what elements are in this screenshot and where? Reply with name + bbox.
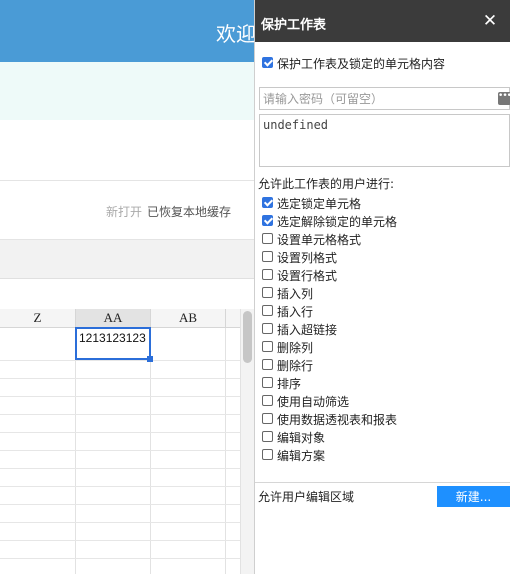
permission-checkbox[interactable] xyxy=(262,395,273,406)
permission-label: 选定锁定单元格 xyxy=(277,197,362,211)
allow-edit-ranges-label: 允许用户编辑区域 xyxy=(258,490,355,504)
password-input[interactable] xyxy=(260,88,493,109)
column-divider xyxy=(225,328,226,574)
column-header-z[interactable]: Z xyxy=(0,309,76,328)
panel-header: 保护工作表 ✕ xyxy=(255,0,510,42)
permission-insert-rows[interactable]: 插入行 xyxy=(262,303,313,319)
welcome-text: 欢迎 xyxy=(216,22,256,46)
protect-sheet-checkbox[interactable] xyxy=(262,57,273,68)
permission-label: 删除行 xyxy=(277,359,314,373)
password-field-wrapper: ••• xyxy=(259,87,510,110)
permission-insert-hyperlinks[interactable]: 插入超链接 xyxy=(262,321,337,337)
permission-checkbox[interactable] xyxy=(262,215,273,226)
permission-label: 设置行格式 xyxy=(277,269,338,283)
permission-label: 使用数据透视表和报表 xyxy=(277,413,398,427)
status-restored-cache: 已恢复本地缓存 xyxy=(147,205,232,219)
permission-label: 选定解除锁定的单元格 xyxy=(277,215,398,229)
permission-label: 使用自动筛选 xyxy=(277,395,350,409)
permission-checkbox[interactable] xyxy=(262,233,273,244)
sheet-grid[interactable]: Z AA AB 1213123123 xyxy=(0,309,240,574)
permission-label: 删除列 xyxy=(277,341,314,355)
permission-insert-columns[interactable]: 插入列 xyxy=(262,285,313,301)
column-header-next[interactable] xyxy=(226,309,240,328)
column-divider xyxy=(75,328,76,574)
permission-label: 设置列格式 xyxy=(277,251,338,265)
permission-checkbox[interactable] xyxy=(262,323,273,334)
close-icon[interactable]: ✕ xyxy=(481,11,499,31)
active-cell-value: 1213123123 xyxy=(79,331,146,345)
column-header-aa[interactable]: AA xyxy=(76,309,151,328)
permission-checkbox[interactable] xyxy=(262,197,273,208)
permission-label: 插入超链接 xyxy=(277,323,338,337)
protect-sheet-panel: 保护工作表 ✕ 保护工作表及锁定的单元格内容 ••• undefined 允许此… xyxy=(254,0,510,574)
row-divider xyxy=(0,414,240,415)
row-divider xyxy=(0,360,240,361)
permission-checkbox[interactable] xyxy=(262,287,273,298)
allow-users-heading: 允许此工作表的用户进行: xyxy=(258,177,395,191)
scrollbar-thumb[interactable] xyxy=(243,311,252,363)
permission-checkbox[interactable] xyxy=(262,251,273,262)
confirm-password-field[interactable]: undefined xyxy=(259,114,510,167)
permission-format-rows[interactable]: 设置行格式 xyxy=(262,267,337,283)
permission-label: 设置单元格格式 xyxy=(277,233,362,247)
permission-delete-columns[interactable]: 删除列 xyxy=(262,339,313,355)
permission-autofilter[interactable]: 使用自动筛选 xyxy=(262,393,349,409)
permission-label: 编辑对象 xyxy=(277,431,326,445)
permission-label: 编辑方案 xyxy=(277,449,326,463)
fill-handle[interactable] xyxy=(147,356,153,362)
permission-label: 插入列 xyxy=(277,287,314,301)
permission-format-columns[interactable]: 设置列格式 xyxy=(262,249,337,265)
row-divider xyxy=(0,450,240,451)
more-icon[interactable]: ••• xyxy=(498,92,510,105)
permission-checkbox[interactable] xyxy=(262,413,273,424)
row-divider xyxy=(0,558,240,559)
permission-checkbox[interactable] xyxy=(262,377,273,388)
row-divider xyxy=(0,504,240,505)
row-divider xyxy=(0,468,240,469)
protect-sheet-label: 保护工作表及锁定的单元格内容 xyxy=(277,57,446,71)
row-divider xyxy=(0,540,240,541)
status-new-open: 新打开 xyxy=(106,205,143,219)
permission-checkbox[interactable] xyxy=(262,431,273,442)
row-divider xyxy=(0,432,240,433)
column-divider xyxy=(150,328,151,574)
panel-title: 保护工作表 xyxy=(261,18,327,33)
permission-select-unlocked[interactable]: 选定解除锁定的单元格 xyxy=(262,213,397,229)
permission-checkbox[interactable] xyxy=(262,305,273,316)
active-cell-aa[interactable]: 1213123123 xyxy=(75,327,151,360)
permission-label: 排序 xyxy=(277,377,302,391)
permission-checkbox[interactable] xyxy=(262,359,273,370)
new-range-button[interactable]: 新建... xyxy=(437,486,510,507)
permission-delete-rows[interactable]: 删除行 xyxy=(262,357,313,373)
permission-sort[interactable]: 排序 xyxy=(262,375,301,391)
permission-format-cells[interactable]: 设置单元格格式 xyxy=(262,231,361,247)
permission-select-locked[interactable]: 选定锁定单元格 xyxy=(262,195,361,211)
row-divider xyxy=(0,522,240,523)
permission-edit-scenarios[interactable]: 编辑方案 xyxy=(262,447,325,463)
permission-edit-objects[interactable]: 编辑对象 xyxy=(262,429,325,445)
protect-sheet-checkbox-row[interactable]: 保护工作表及锁定的单元格内容 xyxy=(262,55,445,71)
row-divider xyxy=(0,486,240,487)
permission-checkbox[interactable] xyxy=(262,269,273,280)
permission-checkbox[interactable] xyxy=(262,449,273,460)
permission-label: 插入行 xyxy=(277,305,314,319)
row-divider xyxy=(0,378,240,379)
panel-footer-divider xyxy=(255,482,510,483)
column-header-ab[interactable]: AB xyxy=(151,309,226,328)
row-divider xyxy=(0,396,240,397)
permission-pivot-tables[interactable]: 使用数据透视表和报表 xyxy=(262,411,397,427)
permission-checkbox[interactable] xyxy=(262,341,273,352)
